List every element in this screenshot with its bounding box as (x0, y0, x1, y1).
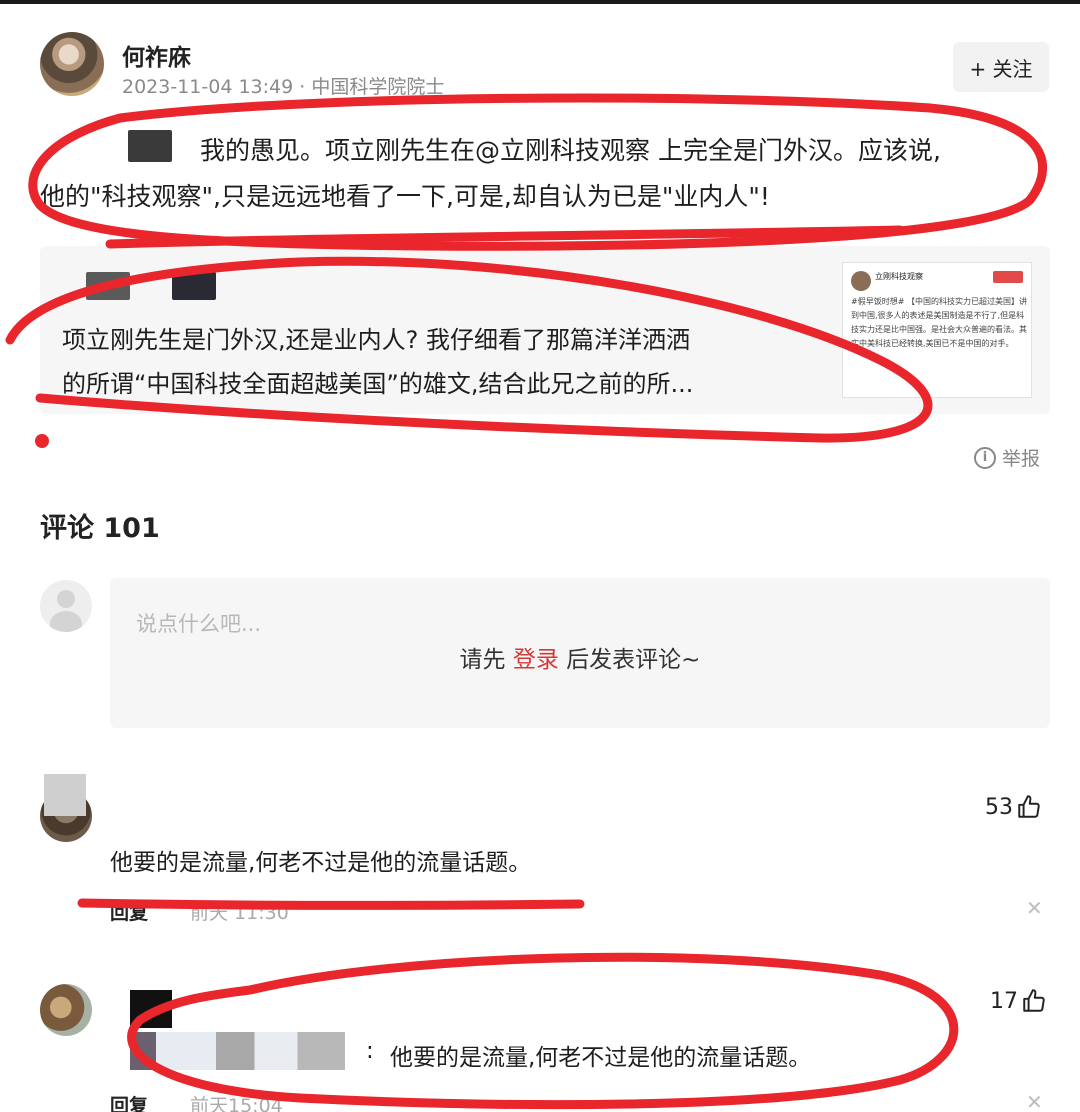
annotation-stroke-comment1 (77, 898, 585, 910)
quoted-article-text[interactable]: 项立刚先生是门外汉,还是业内人? 我仔细看了那篇洋洋洒洒 的所谓“中国科技全面超… (62, 318, 822, 406)
comment-text: 他要的是流量,何老不过是他的流量话题。 (390, 1045, 812, 1071)
like-button[interactable]: 53 (985, 794, 1042, 820)
like-count: 17 (990, 988, 1018, 1014)
comment-time: 前天 11:30 (190, 902, 289, 924)
comment-time: 前天15:04 (190, 1095, 283, 1112)
report-button[interactable]: i 举报 (974, 444, 1040, 471)
annotation-circle-comment2 (127, 952, 959, 1110)
quote-line-2: 的所谓“中国科技全面超越美国”的雄文,结合此兄之前的所... (62, 370, 694, 398)
redacted-block (172, 272, 216, 300)
thumbnail-text: #假早饭时想# 【中国的科技实力已超过美国】讲到中国,很多人的表述是美国制造是不… (851, 297, 1027, 348)
annotation-stroke-post (105, 225, 905, 249)
login-hint: 请先 登录 后发表评论~ (110, 640, 1050, 674)
username-mosaic (44, 774, 86, 816)
author-name[interactable]: 何祚庥 (122, 38, 191, 72)
report-label: 举报 (1002, 448, 1041, 470)
comment-text: 他要的是流量,何老不过是他的流量话题。 (110, 850, 532, 876)
thumbnail-avatar (851, 271, 871, 291)
reply-button[interactable]: 回复 (110, 1091, 148, 1112)
reply-target-mosaic (130, 1032, 345, 1070)
like-count: 53 (985, 794, 1013, 820)
thumbnail-follow-button (993, 271, 1023, 283)
thumbnail-account: 立刚科技观察 (875, 272, 923, 281)
post-line-1: 我的愚见。项立刚先生在@立刚科技观察 上完全是门外汉。应该说, (200, 136, 941, 165)
post-meta: 2023-11-04 13:49 · 中国科学院院士 (122, 76, 445, 98)
comment-input-placeholder: 说点什么吧... (136, 612, 262, 636)
author-avatar[interactable] (40, 32, 104, 96)
post-line-2: 他的"科技观察",只是远远地看了一下,可是,却自认为已是"业内人"! (40, 182, 770, 211)
follow-button[interactable]: + 关注 (953, 42, 1049, 92)
login-link[interactable]: 登录 (513, 647, 559, 673)
reply-button[interactable]: 回复 (110, 898, 148, 925)
login-suffix: 后发表评论~ (566, 647, 701, 673)
commenter-avatar[interactable] (40, 984, 92, 1036)
top-border (0, 0, 1080, 4)
default-avatar-icon (40, 580, 92, 632)
article-thumbnail[interactable]: 立刚科技观察 #假早饭时想# 【中国的科技实力已超过美国】讲到中国,很多人的表述… (842, 262, 1032, 398)
post-text: 我的愚见。项立刚先生在@立刚科技观察 上完全是门外汉。应该说, 他的"科技观察"… (40, 128, 1040, 220)
like-button[interactable]: 17 (990, 988, 1047, 1014)
comments-title: 评论 101 (40, 513, 160, 544)
thumbs-up-icon (1018, 795, 1040, 818)
info-icon: i (974, 446, 996, 469)
redacted-block (86, 272, 130, 300)
reply-colon: : (366, 1038, 374, 1064)
quote-line-1: 项立刚先生是门外汉,还是业内人? 我仔细看了那篇洋洋洒洒 (62, 326, 690, 354)
username-mosaic (130, 990, 172, 1028)
login-prefix: 请先 (459, 647, 506, 673)
annotation-dot (35, 434, 49, 448)
close-icon[interactable]: ✕ (1026, 896, 1043, 920)
close-icon[interactable]: ✕ (1026, 1090, 1043, 1112)
thumbs-up-icon (1023, 989, 1045, 1012)
